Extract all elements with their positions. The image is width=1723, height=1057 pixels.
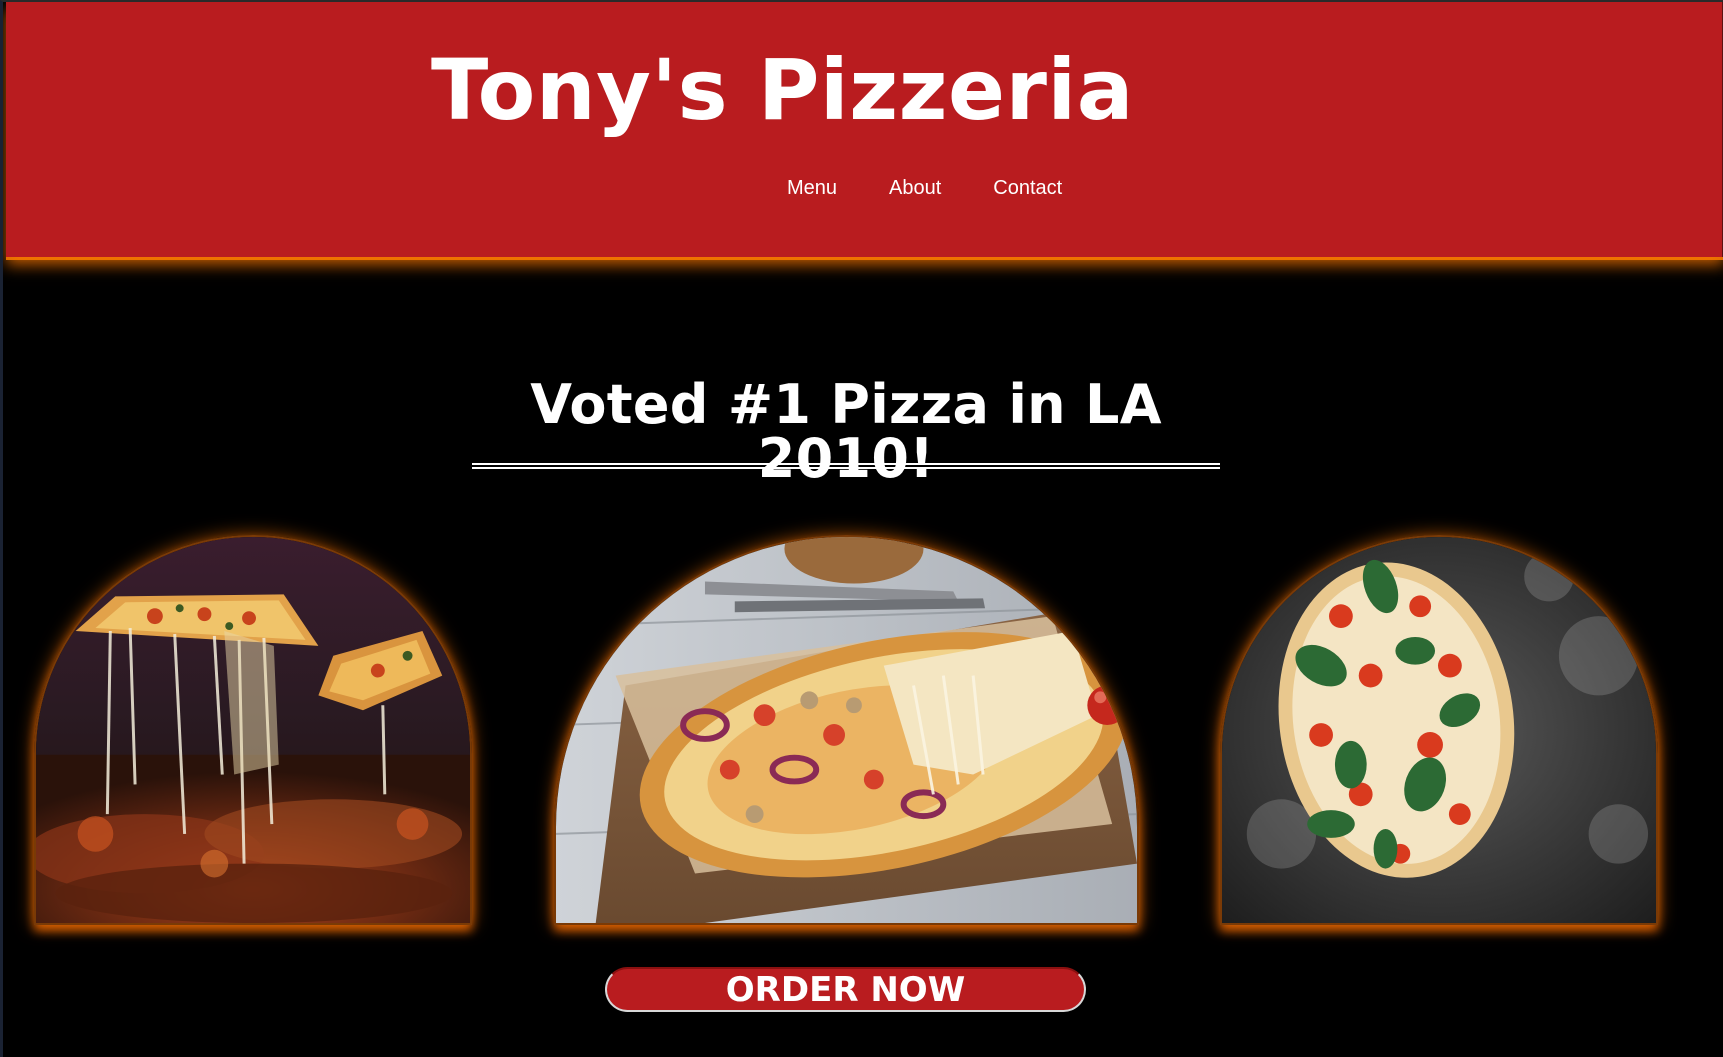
headline-double-underline <box>472 463 1220 469</box>
nav-link-about[interactable]: About <box>889 177 941 200</box>
site-header: Tony's Pizzeria Menu About Contact <box>6 2 1723 257</box>
gallery-image-board-pizza <box>554 535 1139 925</box>
main-nav: Menu About Contact <box>787 177 1062 200</box>
cheese-pull-pizza-photo <box>36 537 470 923</box>
hero-headline: Voted #1 Pizza in LA 2010! <box>530 373 1162 490</box>
gallery-image-cheese-pull <box>34 535 472 925</box>
board-pizza-photo <box>556 537 1137 923</box>
page: Tony's Pizzeria Menu About Contact Voted… <box>0 0 1723 1057</box>
margherita-pizza-photo <box>1222 537 1656 923</box>
order-now-button[interactable]: ORDER NOW <box>605 967 1086 1012</box>
nav-link-menu[interactable]: Menu <box>787 177 837 200</box>
nav-link-contact[interactable]: Contact <box>993 177 1062 200</box>
gallery-image-margherita <box>1220 535 1658 925</box>
site-logo-title[interactable]: Tony's Pizzeria <box>431 48 1134 132</box>
